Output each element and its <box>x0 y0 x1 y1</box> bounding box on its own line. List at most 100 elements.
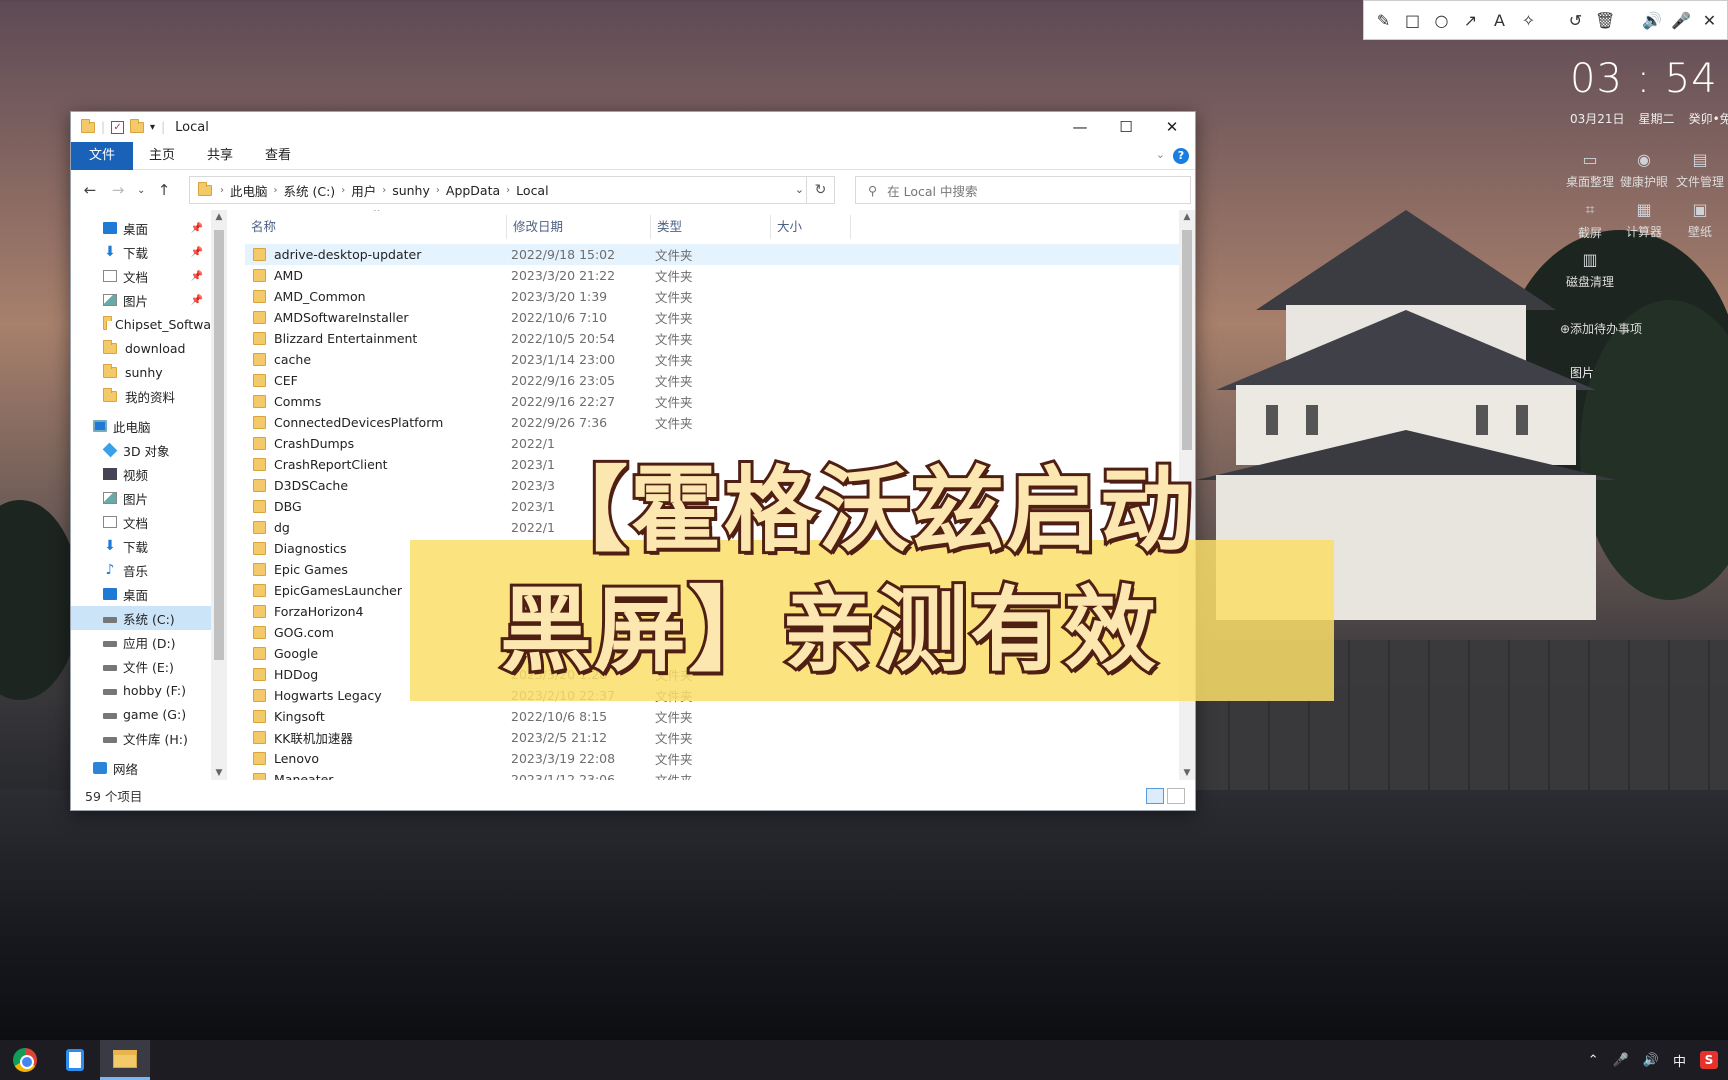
breadcrumb-c-drive[interactable]: 系统 (C:) <box>284 181 336 200</box>
scroll-thumb[interactable] <box>1182 230 1192 450</box>
chevron-down-icon[interactable]: ⌄ <box>795 183 804 196</box>
sidebar-item[interactable]: 图片 <box>71 486 211 510</box>
navigation-pane-scrollbar[interactable]: ▲ ▼ <box>211 210 227 780</box>
breadcrumb-this-pc[interactable]: 此电脑 <box>230 181 268 200</box>
tab-view[interactable]: 查看 <box>249 142 307 170</box>
column-size[interactable]: 大小 <box>771 215 851 239</box>
sidebar-item[interactable]: 桌面 <box>71 582 211 606</box>
widget-tile[interactable]: ◉ 健康护眼 <box>1614 150 1674 190</box>
help-icon[interactable]: ? <box>1173 148 1189 164</box>
sidebar-item[interactable]: 网络 <box>71 756 211 780</box>
address-bar[interactable]: › 此电脑 › 系统 (C:) › 用户 › sunhy › AppData › Local… <box>189 176 835 204</box>
add-todo-link[interactable]: ⊕添加待办事项 <box>1560 320 1642 337</box>
search-input[interactable]: ⚲ 在 Local 中搜索 <box>855 176 1191 204</box>
table-row[interactable]: CEF 2022/9/16 23:05 文件夹 <box>245 370 1195 391</box>
table-row[interactable]: Lenovo 2023/3/19 22:08 文件夹 <box>245 748 1195 769</box>
minimize-button[interactable]: — <box>1057 112 1103 142</box>
scroll-up-icon[interactable]: ▲ <box>211 212 227 222</box>
sidebar-item[interactable]: 此电脑 <box>71 414 211 438</box>
trash-icon[interactable]: 🗑 <box>1595 11 1615 30</box>
pen-icon[interactable]: ✎ <box>1374 11 1393 30</box>
navigation-pane[interactable]: 桌面 📌 ⬇ 下载 📌 文档 📌 图片 📌 Chipset_Softwa download sunhy… <box>71 210 211 780</box>
phone-taskbar-button[interactable] <box>50 1040 100 1080</box>
sidebar-item[interactable]: 桌面 📌 <box>71 216 211 240</box>
show-hidden-icons-icon[interactable]: ⌃ <box>1588 1053 1599 1068</box>
breadcrumb-users[interactable]: 用户 <box>351 181 376 200</box>
column-date[interactable]: 修改日期 <box>507 215 651 239</box>
antivirus-icon[interactable]: S <box>1700 1051 1718 1069</box>
widget-tile[interactable]: ▤ 文件管理 <box>1670 150 1728 190</box>
sidebar-item[interactable]: sunhy <box>71 360 211 384</box>
up-button[interactable]: ↑ <box>155 181 173 199</box>
table-row[interactable]: KK联机加速器 2023/2/5 21:12 文件夹 <box>245 727 1195 748</box>
widget-tile[interactable]: ▦ 计算器 <box>1614 200 1674 240</box>
details-view-button[interactable] <box>1146 788 1164 804</box>
sidebar-item[interactable]: 文档 📌 <box>71 264 211 288</box>
sidebar-item[interactable]: 3D 对象 <box>71 438 211 462</box>
new-folder-icon[interactable] <box>130 118 145 133</box>
volume-icon[interactable]: 🔊 <box>1643 1053 1659 1068</box>
widget-tile[interactable]: ▣ 壁纸 <box>1670 200 1728 240</box>
large-icons-view-button[interactable] <box>1167 788 1185 804</box>
sidebar-item[interactable]: 系统 (C:) <box>71 606 211 630</box>
undo-icon[interactable]: ↺ <box>1566 11 1585 30</box>
sidebar-item[interactable]: ⬇ 下载 <box>71 534 211 558</box>
table-row[interactable]: Maneater 2023/1/12 23:06 文件夹 <box>245 769 1195 780</box>
sidebar-item[interactable]: 视频 <box>71 462 211 486</box>
tab-share[interactable]: 共享 <box>191 142 249 170</box>
sidebar-item[interactable]: 文件库 (H:) <box>71 726 211 750</box>
forward-button[interactable]: → <box>109 181 127 199</box>
close-icon[interactable]: ✕ <box>1700 11 1719 30</box>
input-method-indicator[interactable]: 中 <box>1673 1051 1686 1070</box>
sidebar-item[interactable]: game (G:) <box>71 702 211 726</box>
circle-icon[interactable]: ○ <box>1432 11 1451 30</box>
tab-file[interactable]: 文件 <box>71 141 134 170</box>
arrow-icon[interactable]: ↗ <box>1461 11 1480 30</box>
back-button[interactable]: ← <box>81 181 99 199</box>
sidebar-item[interactable]: download <box>71 336 211 360</box>
table-row[interactable]: AMD 2023/3/20 21:22 文件夹 <box>245 265 1195 286</box>
properties-icon[interactable]: ✓ <box>111 120 125 134</box>
title-bar[interactable]: | ✓ ▾ | Local — ☐ ✕ <box>71 112 1195 142</box>
sidebar-item[interactable]: ♪ 音乐 <box>71 558 211 582</box>
breadcrumb-local[interactable]: Local <box>516 183 548 198</box>
table-row[interactable]: ConnectedDevicesPlatform 2022/9/26 7:36 文件… <box>245 412 1195 433</box>
sidebar-item[interactable]: 我的资料 <box>71 384 211 408</box>
sidebar-item[interactable]: 文档 <box>71 510 211 534</box>
column-type[interactable]: 类型 <box>651 215 771 239</box>
microphone-icon[interactable]: 🎤 <box>1671 11 1691 30</box>
sidebar-item[interactable]: 图片 📌 <box>71 288 211 312</box>
microphone-icon[interactable]: 🎤 <box>1613 1053 1629 1068</box>
table-row[interactable]: Blizzard Entertainment 2022/10/5 20:54 文件夹 <box>245 328 1195 349</box>
explorer-taskbar-button[interactable] <box>100 1040 150 1080</box>
breadcrumb-sunhy[interactable]: sunhy <box>392 183 430 198</box>
scroll-up-icon[interactable]: ▲ <box>1179 212 1195 222</box>
text-icon[interactable]: A <box>1490 11 1509 30</box>
scroll-down-icon[interactable]: ▼ <box>211 768 227 778</box>
speaker-icon[interactable]: 🔊 <box>1642 11 1662 30</box>
chrome-taskbar-button[interactable] <box>0 1040 50 1080</box>
table-row[interactable]: AMD_Common 2023/3/20 1:39 文件夹 <box>245 286 1195 307</box>
sidebar-item[interactable]: ⬇ 下载 📌 <box>71 240 211 264</box>
scroll-down-icon[interactable]: ▼ <box>1179 768 1195 778</box>
refresh-icon[interactable]: ↻ <box>806 177 834 203</box>
recent-locations-icon[interactable]: ⌄ <box>137 185 145 196</box>
widget-tile[interactable]: ▭ 桌面整理 <box>1560 150 1620 190</box>
magic-wand-icon[interactable]: ✧ <box>1519 11 1538 30</box>
sidebar-item[interactable]: Chipset_Softwa <box>71 312 211 336</box>
scroll-thumb[interactable] <box>214 230 224 660</box>
table-row[interactable]: adrive-desktop-updater 2022/9/18 15:02 文件夹 <box>245 244 1195 265</box>
sidebar-item[interactable]: 应用 (D:) <box>71 630 211 654</box>
table-row[interactable]: AMDSoftwareInstaller 2022/10/6 7:10 文件夹 <box>245 307 1195 328</box>
sidebar-item[interactable]: hobby (F:) <box>71 678 211 702</box>
table-row[interactable]: Kingsoft 2022/10/6 8:15 文件夹 <box>245 706 1195 727</box>
table-row[interactable]: cache 2023/1/14 23:00 文件夹 <box>245 349 1195 370</box>
sidebar-item[interactable]: 文件 (E:) <box>71 654 211 678</box>
maximize-button[interactable]: ☐ <box>1103 112 1149 142</box>
breadcrumb-appdata[interactable]: AppData <box>446 183 500 198</box>
column-name[interactable]: 名称 <box>245 215 507 239</box>
table-row[interactable]: Comms 2022/9/16 22:27 文件夹 <box>245 391 1195 412</box>
tab-home[interactable]: 主页 <box>133 142 191 170</box>
widget-tile[interactable]: ▥ 磁盘清理 <box>1560 250 1620 290</box>
expand-ribbon-icon[interactable]: ⌄ <box>1156 148 1165 161</box>
